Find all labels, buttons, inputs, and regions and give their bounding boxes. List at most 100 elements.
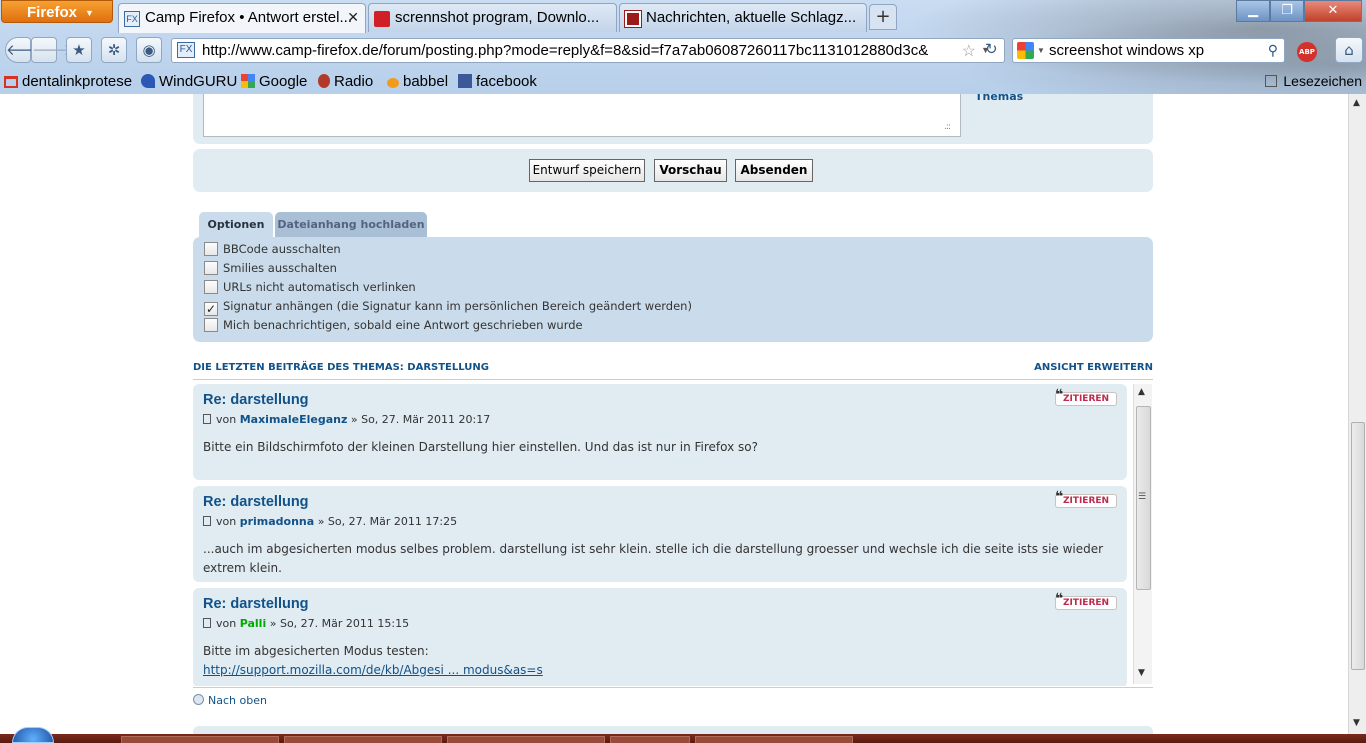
author-link[interactable]: MaximaleEleganz (240, 413, 348, 426)
scrollbar-thumb[interactable] (1351, 422, 1365, 670)
tab-attachment[interactable]: Dateianhang hochladen (275, 212, 427, 237)
wave-icon (141, 74, 155, 88)
post-meta: von primadonna » So, 27. Mär 2011 17:25 (203, 515, 457, 528)
preview-button[interactable]: Vorschau (654, 159, 727, 182)
site-favicon-icon: FX (177, 42, 195, 58)
back-button[interactable]: 🡐 (5, 37, 46, 63)
search-field[interactable]: ▼ screenshot windows xp ⚲ (1012, 38, 1285, 63)
new-tab-button[interactable]: + (869, 4, 897, 30)
taskbar-item[interactable] (695, 736, 853, 743)
scroll-down-icon[interactable]: ▼ (1138, 668, 1145, 678)
close-icon: ✕ (1327, 3, 1339, 18)
home-button[interactable]: ⌂ (1335, 37, 1363, 63)
checkbox[interactable] (204, 280, 218, 294)
page-viewport: .:: Themas Entwurf speichern Vorschau Ab… (0, 94, 1348, 734)
checkbox[interactable] (204, 242, 218, 256)
screenshot-tool-button[interactable]: ◉ (136, 37, 162, 63)
bookmark-dentalinkprotese[interactable]: dentalinkprotese (4, 73, 132, 90)
scroll-up-icon[interactable]: ▲ (1138, 387, 1145, 397)
addon-button[interactable]: ✲ (101, 37, 127, 63)
checkbox[interactable] (204, 318, 218, 332)
author-link[interactable]: primadonna (240, 515, 314, 528)
post-meta: von Palli » So, 27. Mär 2011 15:15 (203, 617, 409, 630)
bookmark-label: dentalinkprotese (22, 73, 133, 90)
tab-screenshot-program[interactable]: scrennshot program, Downlo... (368, 3, 617, 32)
bookmarks-menu-button[interactable]: Lesezeichen (1265, 73, 1362, 89)
address-bar[interactable]: FX http://www.camp-firefox.de/forum/post… (171, 38, 1005, 63)
post-title-link[interactable]: Re: darstellung (203, 596, 309, 612)
browser-chrome: Firefox ▼ FX Camp Firefox • Antwort erste… (0, 0, 1366, 94)
by-label: von (216, 515, 237, 528)
back-to-top-label: Nach oben (208, 694, 267, 707)
bookmark-windguru[interactable]: WindGURU (141, 73, 237, 90)
posts-scrollbar[interactable]: ▲ ☰ ▼ (1133, 384, 1152, 684)
adblock-button[interactable]: ABP (1291, 37, 1323, 63)
submit-button[interactable]: Absenden (735, 159, 813, 182)
resize-grip-icon[interactable]: .:: (944, 122, 951, 132)
puzzle-icon: ✲ (107, 41, 121, 59)
tab-nachrichten[interactable]: Nachrichten, aktuelle Schlagz... (619, 3, 867, 32)
post-date: » So, 27. Mär 2011 17:25 (317, 515, 458, 528)
quote-button[interactable]: ❝ ZITIEREN (1055, 592, 1117, 610)
bookmark-label: babbel (403, 73, 449, 90)
tab-options[interactable]: Optionen (199, 212, 273, 237)
bookmark-facebook[interactable]: facebook (458, 73, 537, 90)
bookmark-label: Google (259, 73, 308, 90)
close-tab-icon[interactable]: ✕ (347, 9, 359, 26)
taskbar-item[interactable] (447, 736, 605, 743)
option-attach-signature[interactable]: ✓ Signatur anhängen (die Signatur kann im… (204, 299, 692, 317)
bookmark-google[interactable]: Google (241, 73, 307, 90)
bookmark-star-icon[interactable]: ☆ (962, 41, 976, 61)
google-engine-icon (1017, 42, 1034, 59)
taskbar-item[interactable] (284, 736, 442, 743)
option-label: Smilies ausschalten (223, 261, 337, 275)
taskbar-item[interactable] (610, 736, 690, 743)
post-date: » So, 27. Mär 2011 15:15 (269, 617, 410, 630)
engine-dropdown-icon[interactable]: ▼ (1037, 46, 1045, 55)
minimize-button[interactable]: ▁ (1236, 0, 1270, 22)
bookmark-radio[interactable]: Radio (318, 73, 373, 90)
option-disable-bbcode[interactable]: BBCode ausschalten (204, 242, 341, 260)
post-body: Bitte ein Bildschirmfoto der kleinen Dar… (203, 440, 758, 454)
quote-button[interactable]: ❝ ZITIEREN (1055, 388, 1117, 406)
expand-view-link[interactable]: ANSICHT ERWEITERN (1034, 362, 1153, 373)
post-body-text: Bitte im abgesicherten Modus testen: (203, 644, 429, 658)
scroll-down-icon[interactable]: ▼ (1353, 718, 1360, 728)
search-icon[interactable]: ⚲ (1268, 42, 1278, 59)
reload-icon[interactable]: ↻ (985, 40, 998, 58)
post-icon (203, 414, 211, 424)
firefox-menu-button[interactable]: Firefox ▼ (1, 0, 113, 23)
quote-button[interactable]: ❝ ZITIEREN (1055, 490, 1117, 508)
option-notify[interactable]: Mich benachrichtigen, sobald eine Antwor… (204, 318, 583, 336)
message-textarea[interactable]: .:: (203, 94, 961, 137)
close-window-button[interactable]: ✕ (1304, 0, 1362, 22)
save-draft-button[interactable]: Entwurf speichern (529, 159, 645, 182)
recent-posts-heading: DIE LETZTEN BEITRÄGE DES THEMAS: DARSTEL… (193, 362, 1153, 380)
gmail-icon (4, 76, 18, 88)
option-disable-smilies[interactable]: Smilies ausschalten (204, 261, 337, 279)
support-link[interactable]: http://support.mozilla.com/de/kb/Abgesi … (203, 661, 1113, 680)
bookmarks-menu-label: Lesezeichen (1283, 73, 1362, 89)
taskbar-item[interactable] (121, 736, 279, 743)
page-scrollbar[interactable]: ▲ ▼ (1348, 94, 1366, 734)
bookmark-babbel[interactable]: babbel (387, 73, 448, 90)
adblock-icon: ABP (1297, 42, 1317, 62)
themas-link[interactable]: Themas (975, 94, 1023, 103)
post-meta: von MaximaleEleganz » So, 27. Mär 2011 2… (203, 413, 490, 426)
scroll-up-icon[interactable]: ▲ (1353, 98, 1360, 108)
post-title-link[interactable]: Re: darstellung (203, 392, 309, 408)
forward-button[interactable]: 🡒 (31, 37, 72, 63)
author-link[interactable]: Palli (240, 617, 267, 630)
navigation-toolbar: 🡐 🡒 ★ ✲ ◉ FX http://www.camp-firefox.de/… (0, 33, 1366, 67)
back-to-top-link[interactable]: Nach oben (193, 694, 267, 707)
checkbox[interactable] (204, 261, 218, 275)
post-icon (203, 618, 211, 628)
checkbox-checked[interactable]: ✓ (204, 302, 218, 316)
recent-posts-list: Re: darstellung von MaximaleEleganz » So… (193, 382, 1153, 686)
option-disable-magic-url[interactable]: URLs nicht automatisch verlinken (204, 280, 416, 298)
post-title-link[interactable]: Re: darstellung (203, 494, 309, 510)
maximize-button[interactable]: ❐ (1270, 0, 1304, 22)
tab-camp-firefox[interactable]: FX Camp Firefox • Antwort erstel... ✕ (118, 3, 366, 33)
start-button[interactable] (12, 727, 54, 743)
bookmark-manager-button[interactable]: ★ (66, 37, 92, 63)
